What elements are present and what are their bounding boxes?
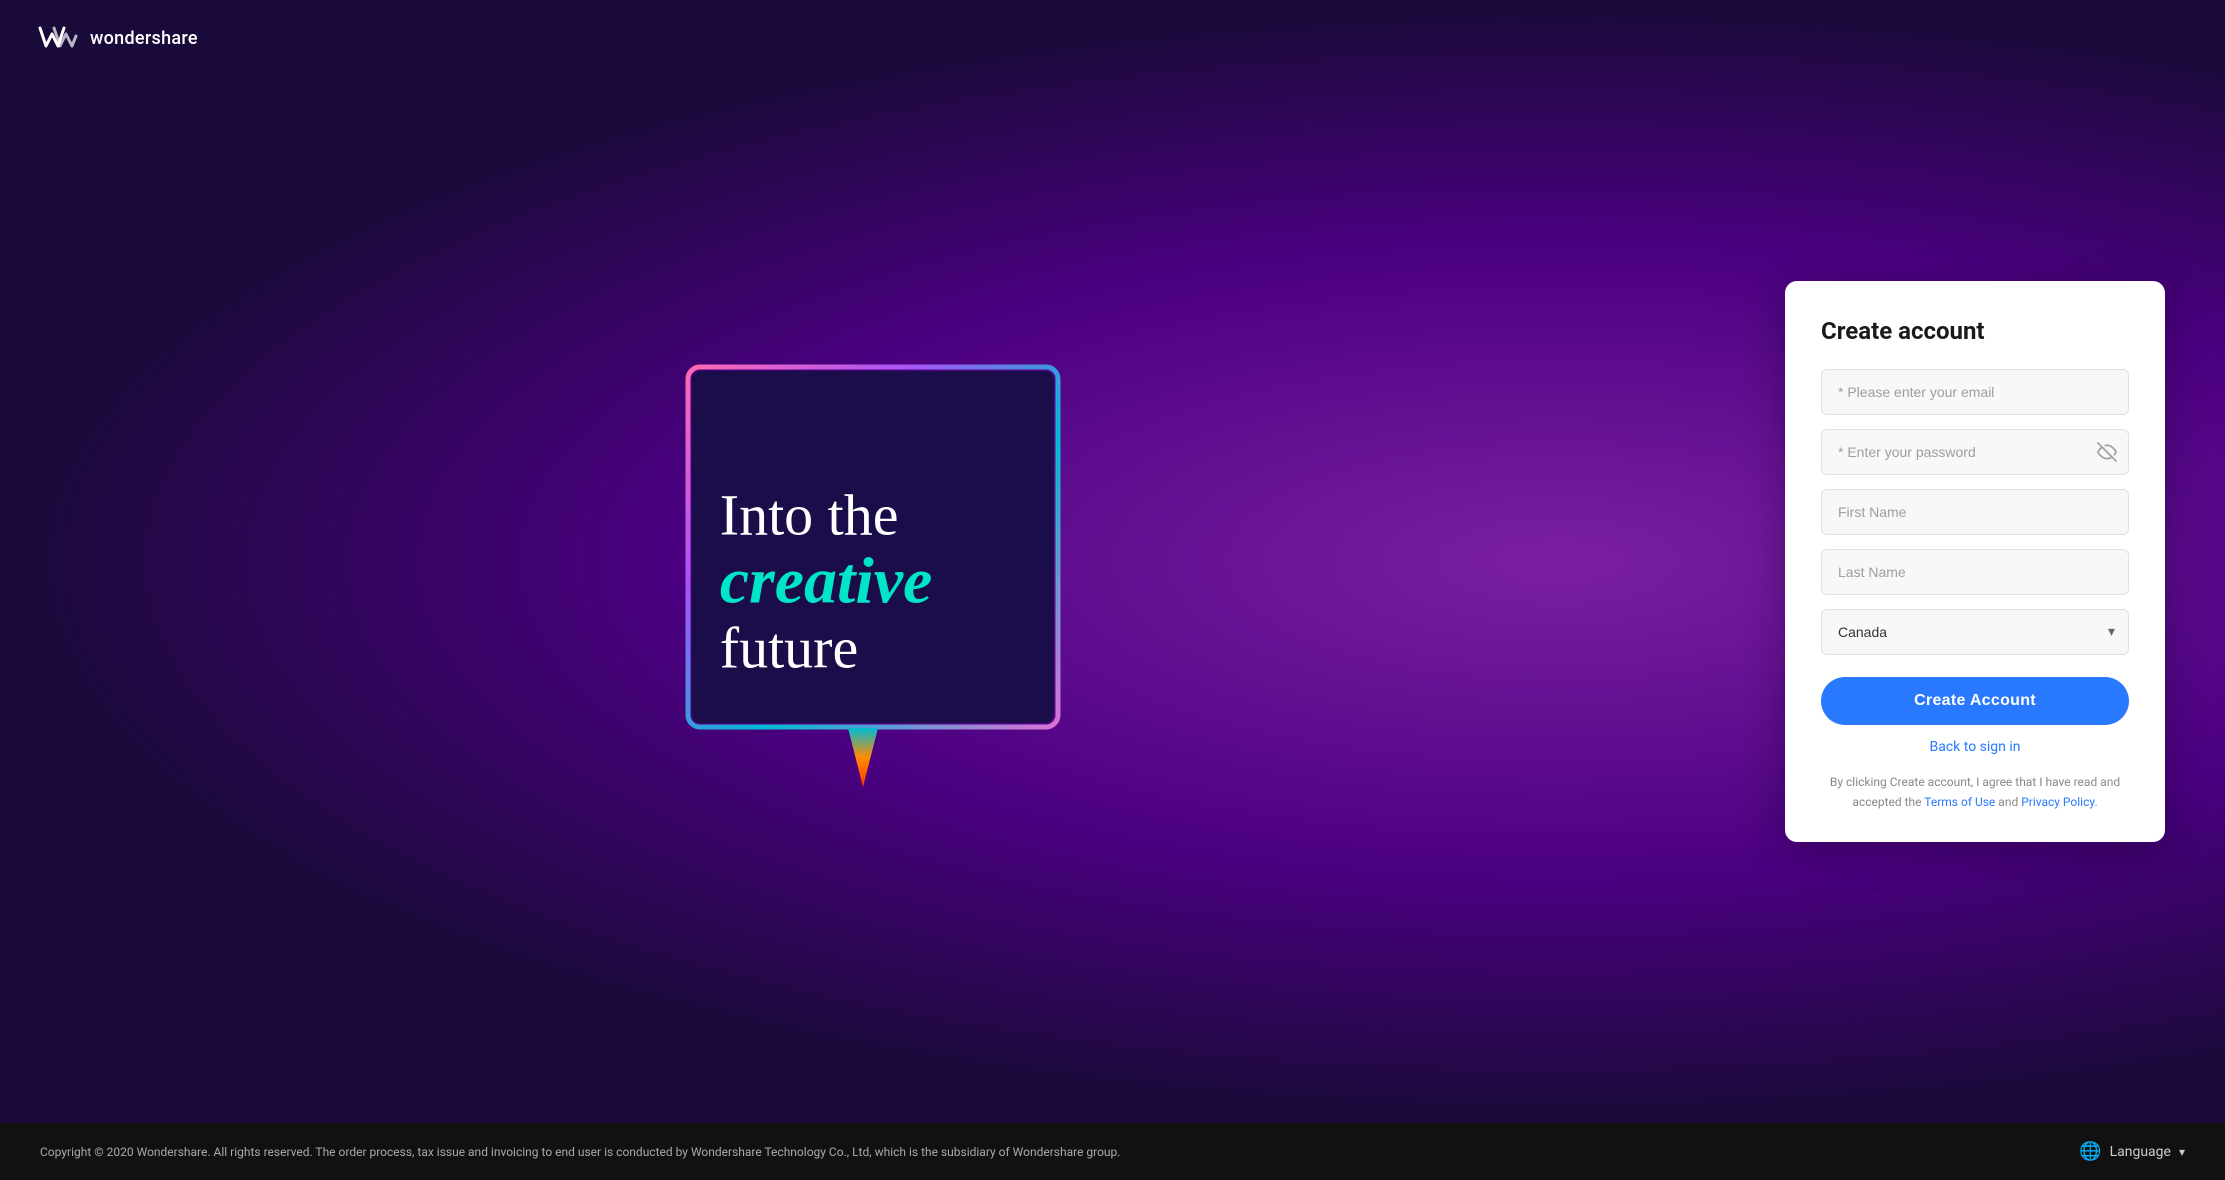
- email-field-wrapper: [1821, 369, 2129, 415]
- email-input[interactable]: [1821, 369, 2129, 415]
- lastname-input[interactable]: [1821, 549, 2129, 595]
- terms-and: and: [1995, 795, 2021, 809]
- chevron-down-icon: ▾: [2179, 1145, 2185, 1159]
- hero-line1: Into the: [720, 483, 1066, 547]
- country-field-wrapper: Canada United States United Kingdom Aust…: [1821, 609, 2129, 655]
- form-panel: Create account: [1785, 281, 2165, 841]
- language-label: Language: [2110, 1144, 2171, 1160]
- create-account-button[interactable]: Create Account: [1821, 677, 2129, 725]
- language-selector[interactable]: 🌐 Language ▾: [2079, 1141, 2185, 1162]
- hero-frame: Into the creative future: [678, 357, 1108, 807]
- terms-of-use-link[interactable]: Terms of Use: [1924, 795, 1995, 809]
- footer: Copyright © 2020 Wondershare. All rights…: [0, 1123, 2225, 1180]
- back-to-signin-link[interactable]: Back to sign in: [1821, 739, 2129, 755]
- hero-text: Into the creative future: [710, 473, 1076, 690]
- eye-off-icon: [2097, 442, 2117, 462]
- globe-icon: 🌐: [2079, 1141, 2101, 1162]
- country-select[interactable]: Canada United States United Kingdom Aust…: [1821, 609, 2129, 655]
- hero-line3: future: [720, 616, 1066, 680]
- terms-suffix: .: [2094, 795, 2097, 809]
- firstname-input[interactable]: [1821, 489, 2129, 535]
- brand-name: wondershare: [90, 28, 198, 49]
- lastname-field-wrapper: [1821, 549, 2129, 595]
- logo-area: wondershare: [36, 24, 198, 52]
- form-title: Create account: [1821, 317, 2129, 345]
- password-field-wrapper: [1821, 429, 2129, 475]
- footer-copyright: Copyright © 2020 Wondershare. All rights…: [40, 1145, 2079, 1159]
- firstname-field-wrapper: [1821, 489, 2129, 535]
- password-input[interactable]: [1821, 429, 2129, 475]
- wondershare-logo-icon: [36, 24, 80, 52]
- hero-line2: creative: [720, 547, 1066, 616]
- create-account-card: Create account: [1785, 281, 2165, 841]
- privacy-policy-link[interactable]: Privacy Policy: [2021, 795, 2094, 809]
- terms-text: By clicking Create account, I agree that…: [1821, 773, 2129, 811]
- password-toggle-button[interactable]: [2097, 442, 2117, 462]
- hero-section: Into the creative future: [0, 277, 1785, 847]
